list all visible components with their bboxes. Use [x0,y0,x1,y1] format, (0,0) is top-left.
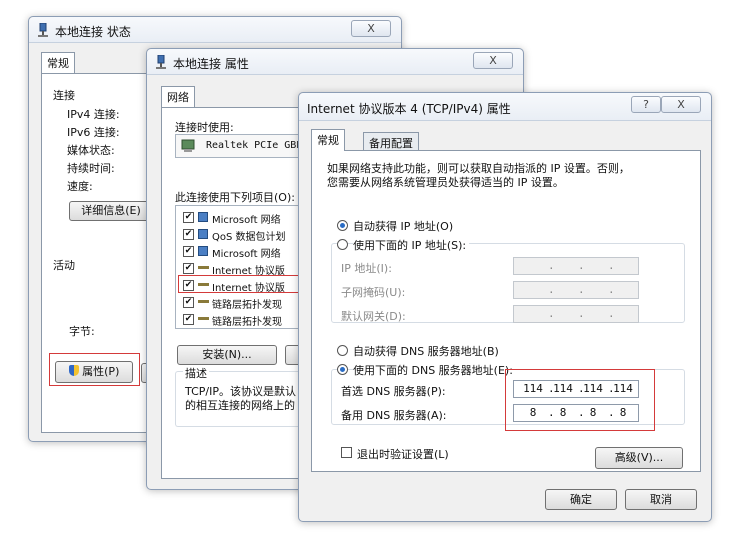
network-connection-icon [156,55,166,69]
list-item[interactable]: ✔ QoS 数据包计划 [176,226,300,243]
gateway-label: 默认网关(D): [341,310,406,323]
tab-alternate-config[interactable]: 备用配置 [363,132,419,151]
field-ipv6: IPv6 连接: [67,126,120,139]
octet-separator: . [548,307,555,320]
highlight-dns-fields [505,369,655,431]
octet-separator: . [578,259,585,272]
item-checkbox[interactable]: ✔ [183,263,194,274]
item-label: QoS 数据包计划 [212,232,286,243]
bytes-label: 字节: [69,325,95,338]
highlight-properties [49,353,140,386]
properties-window-titlebar[interactable]: 本地连接 属性 X [147,49,523,75]
close-icon[interactable]: X [351,20,391,37]
cancel-button[interactable]: 取消 [625,489,697,510]
list-item[interactable]: ✔ 链路层拓扑发现 [176,294,300,311]
manual-dns-radio[interactable] [337,364,348,375]
protocol-icon [198,300,209,303]
field-duration: 持续时间: [67,162,115,175]
item-checkbox[interactable]: ✔ [183,246,194,257]
properties-window-title: 本地连接 属性 [173,57,249,71]
items-list[interactable]: ✔ Microsoft 网络 ✔ QoS 数据包计划 ✔ Microsoft 网… [175,205,301,329]
alternate-dns-label: 备用 DNS 服务器(A): [341,409,447,422]
ipv4-window-titlebar[interactable]: Internet 协议版本 4 (TCP/IPv4) 属性 ? X [299,93,711,121]
validate-checkbox[interactable] [341,447,352,458]
list-item[interactable]: ✔ 链路层拓扑发现 [176,311,300,328]
intro-line-2: 您需要从网络系统管理员处获得适当的 IP 设置。 [327,176,564,189]
status-window-title: 本地连接 状态 [55,25,131,39]
manual-ip-radio[interactable] [337,239,348,250]
tab-network[interactable]: 网络 [161,86,195,108]
qos-icon [198,229,208,239]
manual-ip-label: 使用下面的 IP 地址(S): [353,237,470,253]
field-ipv4: IPv4 连接: [67,108,120,121]
preferred-dns-label: 首选 DNS 服务器(P): [341,385,446,398]
gateway-field: . . . [513,305,639,323]
description-line-2: 的相互连接的网络上的 [185,399,295,412]
auto-ip-radio[interactable] [337,220,348,231]
details-button[interactable]: 详细信息(E) [69,201,153,221]
ip-address-field: . . . [513,257,639,275]
section-connection: 连接 [53,89,75,102]
ip-address-label: IP 地址(I): [341,262,392,275]
subnet-field: . . . [513,281,639,299]
file-sharing-icon [198,246,208,256]
advanced-button[interactable]: 高级(V)... [595,447,683,469]
validate-label: 退出时验证设置(L) [357,448,449,461]
auto-dns-radio[interactable] [337,345,348,356]
ok-button[interactable]: 确定 [545,489,617,510]
item-checkbox[interactable]: ✔ [183,212,194,223]
auto-ip-label: 自动获得 IP 地址(O) [353,220,454,233]
octet-separator: . [548,259,555,272]
close-icon[interactable]: X [473,52,513,69]
network-client-icon [198,212,208,222]
octet-separator: . [608,307,615,320]
octet-separator: . [578,307,585,320]
connect-using-label: 连接时使用: [175,121,234,134]
adapter-box: Realtek PCIe GBE [175,134,303,158]
octet-separator: . [548,283,555,296]
status-window-titlebar[interactable]: 本地连接 状态 X [29,17,401,43]
item-label: 链路层拓扑发现 [212,317,282,328]
highlight-ipv4-item [178,275,301,293]
list-item[interactable]: ✔ Microsoft 网络 [176,209,300,226]
item-label: 链路层拓扑发现 [212,300,282,311]
manual-dns-label: 使用下面的 DNS 服务器地址(E): [353,362,516,378]
description-label: 描述 [183,365,209,381]
ipv4-properties-window: Internet 协议版本 4 (TCP/IPv4) 属性 ? X 常规 备用配… [298,92,712,522]
adapter-name: Realtek PCIe GBE [206,140,303,151]
item-checkbox[interactable]: ✔ [183,297,194,308]
item-label: Microsoft 网络 [212,249,281,260]
ipv4-window-title: Internet 协议版本 4 (TCP/IPv4) 属性 [307,102,511,116]
items-label: 此连接使用下列项目(O): [175,191,295,204]
item-checkbox[interactable]: ✔ [183,229,194,240]
field-media: 媒体状态: [67,144,115,157]
tab-general[interactable]: 常规 [311,129,345,151]
close-icon[interactable]: X [661,96,701,113]
network-connection-icon [38,23,48,37]
field-speed: 速度: [67,180,93,193]
octet-separator: . [608,283,615,296]
auto-dns-label: 自动获得 DNS 服务器地址(B) [353,345,499,358]
tab-general[interactable]: 常规 [41,52,75,74]
item-label: Microsoft 网络 [212,215,281,226]
adapter-icon [181,139,195,152]
octet-separator: . [608,259,615,272]
help-icon[interactable]: ? [631,96,661,113]
install-button[interactable]: 安装(N)... [177,345,277,365]
protocol-icon [198,317,209,320]
list-item[interactable]: ✔ Microsoft 网络 [176,243,300,260]
protocol-icon [198,266,209,269]
subnet-label: 子网掩码(U): [341,286,406,299]
octet-separator: . [578,283,585,296]
section-activity: 活动 [53,259,75,272]
item-checkbox[interactable]: ✔ [183,314,194,325]
